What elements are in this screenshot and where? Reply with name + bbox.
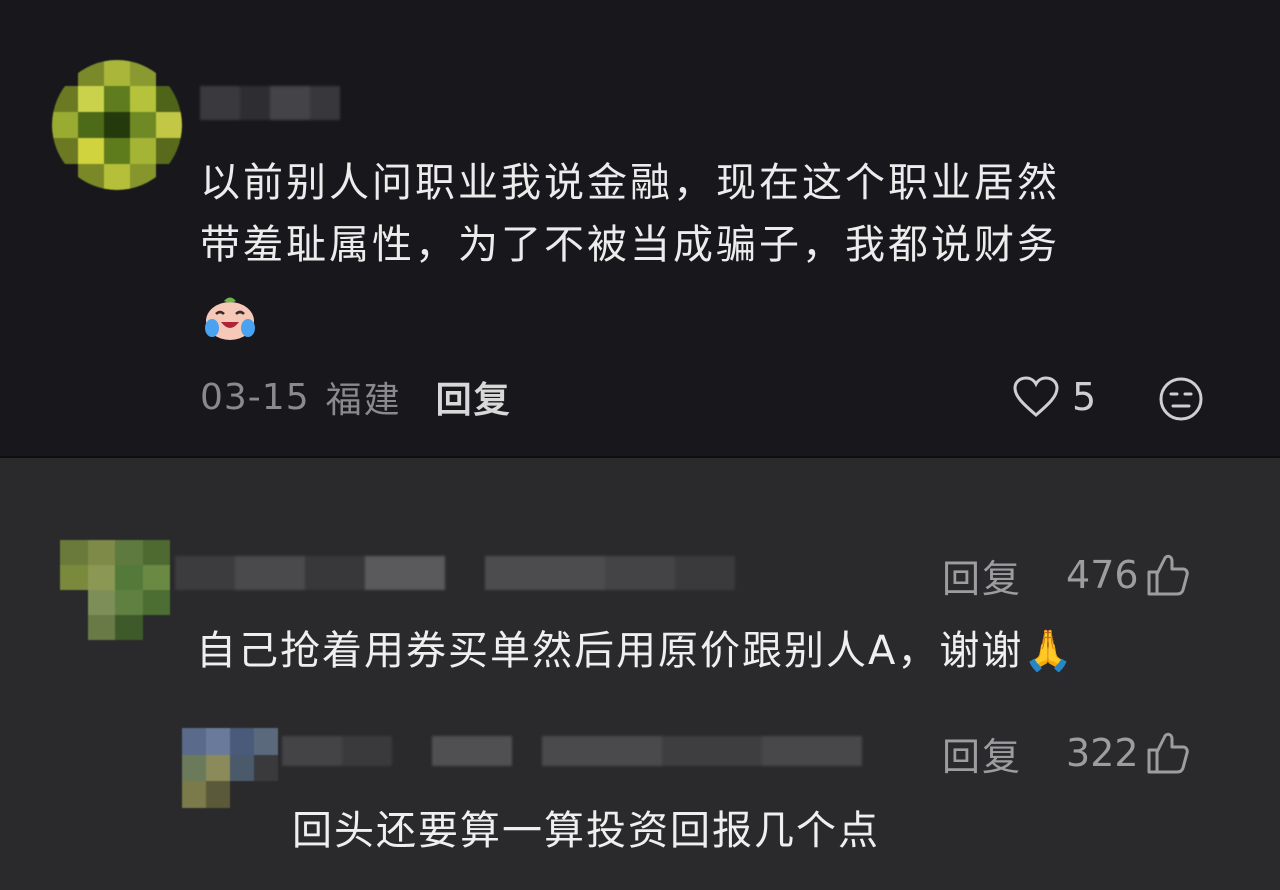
- avatar[interactable]: [60, 540, 170, 640]
- heart-icon: [1013, 376, 1059, 417]
- crying-laughing-face-icon: [205, 297, 255, 340]
- comment-location: 福建: [325, 380, 402, 421]
- reply-text: 自己抢着用券买单然后用原价跟别人A，谢谢🙏: [196, 628, 1076, 674]
- avatar[interactable]: [182, 728, 278, 808]
- comment-date: 03-15: [200, 376, 310, 418]
- comment-meta: 03-15 福建 回复: [200, 372, 512, 422]
- reply-button[interactable]: 回复: [436, 371, 512, 423]
- comment-text-line: 以前别人问职业我说金融，现在这个职业居然: [200, 160, 1060, 206]
- dislike-face-icon[interactable]: [1157, 375, 1205, 423]
- reply-button[interactable]: 回复: [942, 548, 1022, 603]
- comment-text: 以前别人问职业我说金融，现在这个职业居然 带羞耻属性，为了不被当成骗子，我都说财…: [200, 152, 1260, 276]
- like-count: 476: [1066, 553, 1139, 597]
- username-redacted[interactable]: [175, 556, 735, 590]
- thumbs-up-icon[interactable]: [1145, 730, 1191, 776]
- like-count: 5: [1072, 375, 1097, 419]
- like-button[interactable]: 5: [1012, 372, 1096, 422]
- username-redacted[interactable]: [282, 736, 862, 766]
- reply-actions: 回复 322: [942, 726, 1191, 781]
- reply-actions: 回复 476: [942, 548, 1191, 603]
- avatar[interactable]: [52, 60, 182, 190]
- thumbs-up-icon[interactable]: [1145, 552, 1191, 598]
- username-redacted[interactable]: [200, 86, 340, 120]
- like-count: 322: [1066, 731, 1139, 775]
- comment-text-line: 带羞耻属性，为了不被当成骗子，我都说财务: [200, 222, 1060, 268]
- reply-text: 回头还要算一算投资回报几个点: [292, 808, 880, 854]
- reply-button[interactable]: 回复: [942, 726, 1022, 781]
